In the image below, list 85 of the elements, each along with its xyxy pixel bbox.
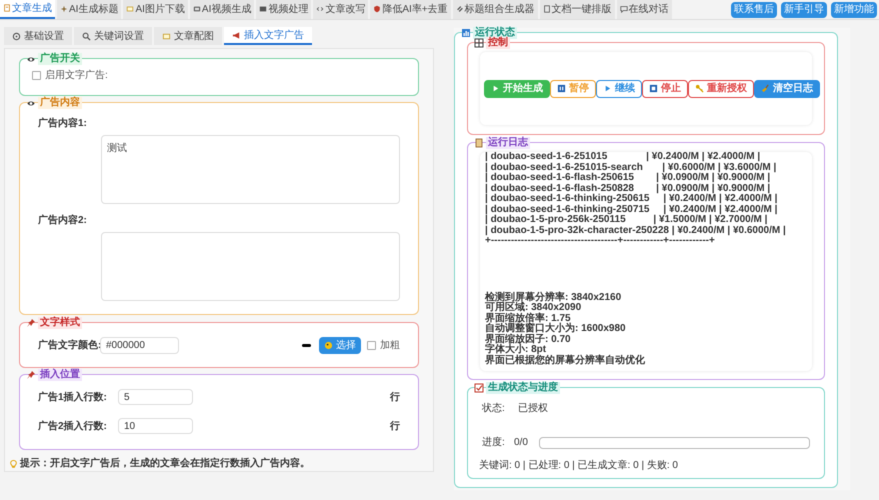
tab[interactable]: 在线对话 bbox=[616, 0, 672, 19]
tab[interactable]: 文档一键排版 bbox=[540, 0, 615, 19]
grid-icon bbox=[474, 38, 484, 48]
code-icon bbox=[316, 5, 324, 13]
pushpin-icon bbox=[26, 370, 36, 380]
stop-icon bbox=[649, 84, 658, 93]
log-line: | doubao-seed-1-6-flash-250828 | ¥0.0900/M | ¥0.9000/M | bbox=[485, 184, 772, 194]
tab[interactable]: 文章改写 bbox=[313, 0, 368, 19]
log-line: 检测到屏幕分辨率: 3840x2160 bbox=[485, 292, 622, 302]
broom-icon bbox=[761, 84, 770, 93]
log-line: 可用区域: 3840x2090 bbox=[485, 303, 582, 313]
document-icon bbox=[542, 5, 551, 13]
log-line: 自动调整窗口大小为: 1600x980 bbox=[485, 324, 627, 334]
log-line: 界面缩放因子: 0.70 bbox=[485, 334, 572, 344]
megaphone-icon bbox=[232, 30, 241, 40]
input-field[interactable]: 5 bbox=[118, 389, 193, 405]
play-icon bbox=[603, 84, 612, 93]
input-field[interactable]: 10 bbox=[118, 418, 193, 434]
log-line: 界面缩放倍率: 1.75 bbox=[485, 314, 571, 324]
tab[interactable]: 降低AI率+去重 bbox=[370, 0, 451, 19]
control-button[interactable]: 重新授权 bbox=[688, 80, 754, 98]
tab[interactable]: 关键词设置 bbox=[74, 27, 152, 45]
section-title: 生成状态与进度 bbox=[486, 382, 560, 394]
progress-label: 进度: bbox=[482, 436, 506, 450]
log-line: 界面已根据您的屏幕分辨率自动优化 bbox=[485, 356, 646, 366]
log-line: | doubao-1-5-pro-32k-character-250228 | ¥0.2400/M | ¥0.6000/M | bbox=[485, 226, 787, 236]
gear-icon bbox=[12, 32, 21, 40]
tab[interactable]: AI生成标题 bbox=[57, 0, 122, 19]
section-title: 控制 bbox=[486, 37, 510, 49]
log-line: | doubao-seed-1-6-flash-250615 | ¥0.0900/M | ¥0.9000/M | bbox=[485, 173, 772, 184]
scroll-icon bbox=[474, 138, 484, 148]
key-icon bbox=[695, 84, 704, 93]
tab[interactable]: 视频处理 bbox=[256, 0, 312, 19]
status-label: 状态: bbox=[482, 402, 506, 416]
tab[interactable]: 插入文字广告 bbox=[224, 27, 312, 45]
tab[interactable]: 标题组合生成器 bbox=[452, 0, 538, 19]
status-value: 已授权 bbox=[518, 402, 548, 416]
section-title: 插入位置 bbox=[38, 369, 82, 381]
text-area[interactable]: 测试 bbox=[101, 135, 400, 204]
tab[interactable]: AI图片下载 bbox=[123, 0, 188, 19]
sparkle-icon bbox=[60, 5, 68, 13]
shield-icon bbox=[373, 5, 382, 13]
lightbulb-icon bbox=[9, 458, 18, 468]
log-line: | doubao-seed-1-6-thinking-250715 | ¥0.2400/M | ¥2.4000/M | bbox=[485, 204, 778, 214]
tab[interactable]: 文章生成 bbox=[0, 0, 55, 19]
control-button[interactable]: 停止 bbox=[642, 80, 688, 98]
unit-label: 行 bbox=[390, 390, 400, 404]
chat-icon bbox=[620, 5, 628, 13]
log-line: +--------------------------------------+------------+------------+ bbox=[485, 236, 716, 246]
section-title: 文字样式 bbox=[38, 317, 82, 329]
color-swatch bbox=[302, 344, 311, 346]
stats-text: 关键词: 0 | 已处理: 0 | 已生成文章: 0 | 失败: 0 bbox=[479, 458, 679, 473]
play-icon bbox=[491, 84, 500, 93]
checkbox-label: 加粗 bbox=[380, 338, 400, 352]
field-label: 广告内容2: bbox=[38, 213, 88, 228]
progress-value: 0/0 bbox=[514, 436, 529, 450]
log-line: | doubao-seed-1-6-thinking-250615 | ¥0.2400/M | ¥2.4000/M | bbox=[485, 194, 778, 204]
section-title: 广告内容 bbox=[38, 97, 82, 109]
pushpin-icon bbox=[26, 318, 36, 328]
tip-text: 提示：开启文字广告后，生成的文章会在指定行数插入广告内容。 bbox=[20, 456, 310, 471]
image-icon bbox=[126, 5, 134, 13]
log-line: | doubao-seed-1-6-251015-search | ¥0.6000/M | ¥3.6000/M | bbox=[485, 162, 778, 172]
field-label: 广告1插入行数: bbox=[38, 390, 108, 404]
input-field[interactable]: #000000 bbox=[100, 336, 179, 354]
unit-label: 行 bbox=[390, 420, 400, 434]
field-label: 广告2插入行数: bbox=[38, 419, 108, 434]
tab[interactable]: 文章配图 bbox=[154, 27, 222, 45]
text-area[interactable] bbox=[101, 232, 400, 301]
tab[interactable]: AI视频生成 bbox=[190, 0, 254, 19]
video-icon bbox=[192, 5, 201, 13]
checkbox-label: 启用文字广告: bbox=[45, 68, 108, 83]
palette-icon bbox=[324, 340, 333, 350]
section-title: 广告开关 bbox=[38, 53, 82, 65]
section-title: 运行日志 bbox=[486, 137, 530, 149]
log-line: | doubao-1-5-pro-256k-250115 | ¥1.5000/M | ¥2.7000/M | bbox=[485, 215, 768, 226]
image-icon bbox=[162, 32, 171, 40]
pause-icon bbox=[557, 84, 566, 93]
tab[interactable]: 基础设置 bbox=[4, 27, 72, 45]
log-line: | doubao-seed-1-6-251015 | ¥0.2400/M | ¥2.4000/M | bbox=[485, 152, 762, 162]
document-icon bbox=[3, 4, 11, 12]
search-icon bbox=[82, 32, 91, 40]
checkbox-box[interactable] bbox=[367, 340, 376, 350]
field-label: 广告内容1: bbox=[38, 116, 88, 131]
checkbox-box[interactable] bbox=[32, 71, 41, 80]
log-line: 字体大小: 8pt bbox=[485, 345, 546, 355]
